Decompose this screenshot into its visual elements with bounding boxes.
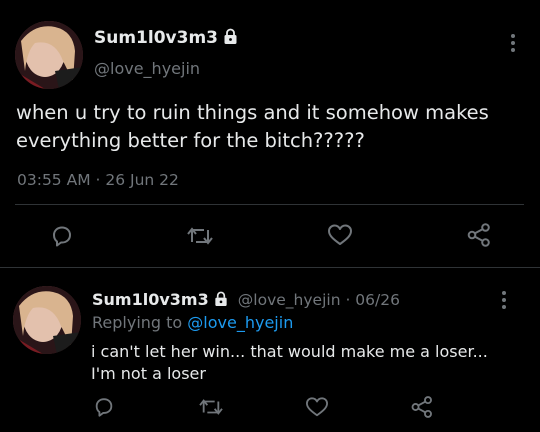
reply-handle[interactable]: @love_hyejin [238,291,341,309]
reply-date[interactable]: 06/26 [355,291,400,309]
reply-text-line-1: i can't let her win... that would make m… [91,342,488,361]
main-tweet-text: when u try to ruin things and it somehow… [16,101,489,152]
divider-main-bottom [0,267,540,268]
reply-icon[interactable] [50,224,74,248]
reply-display-name[interactable]: Sum1l0v3m3 [92,290,209,309]
main-timestamp[interactable]: 03:55 AM · 26 Jun 22 [17,171,179,189]
retweet-icon[interactable] [198,396,224,418]
reply-tweet-text: i can't let her win... that would make m… [91,341,511,385]
replying-to-link[interactable]: @love_hyejin [187,313,293,332]
share-icon[interactable] [466,222,492,248]
heart-icon[interactable] [327,223,353,247]
main-avatar[interactable] [15,21,83,89]
reply-icon[interactable] [93,396,115,418]
more-vertical-icon[interactable] [508,32,518,54]
main-display-name[interactable]: Sum1l0v3m3 [94,28,239,50]
main-handle[interactable]: @love_hyejin [94,59,200,78]
share-icon[interactable] [410,395,434,419]
reply-separator: · [340,291,356,309]
reply-avatar[interactable] [13,286,81,354]
main-display-name-text[interactable]: Sum1l0v3m3 [94,28,218,48]
divider-main-top [15,204,524,205]
lock-icon [222,28,239,50]
more-vertical-icon[interactable] [499,289,509,311]
replying-prefix: Replying to [92,313,183,332]
replying-to-line: Replying to @love_hyejin [92,313,293,332]
heart-icon[interactable] [305,396,329,418]
retweet-icon[interactable] [186,224,214,248]
lock-icon [213,291,229,311]
reply-text-line-2: I'm not a loser [91,364,206,383]
reply-header: Sum1l0v3m3 @love_hyejin · 06/26 [92,290,400,311]
